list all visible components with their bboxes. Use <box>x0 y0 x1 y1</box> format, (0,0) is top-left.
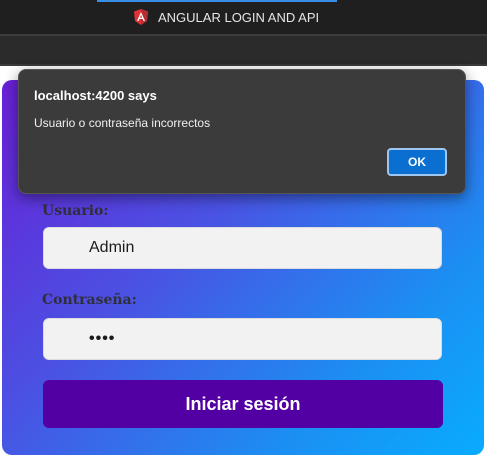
ok-button[interactable]: OK <box>387 148 447 176</box>
login-button[interactable]: Iniciar sesión <box>43 380 443 428</box>
browser-tab-bar: ANGULAR LOGIN AND API <box>0 0 487 34</box>
angular-icon <box>132 8 150 26</box>
browser-tab[interactable]: ANGULAR LOGIN AND API <box>132 8 319 26</box>
username-label: Usuario: <box>42 203 109 219</box>
tab-title: ANGULAR LOGIN AND API <box>158 9 320 25</box>
dialog-title: localhost:4200 says <box>34 88 157 103</box>
password-input[interactable]: •••• <box>43 318 442 360</box>
dialog-message: Usuario o contraseña incorrectos <box>34 116 211 130</box>
browser-toolbar <box>0 36 487 64</box>
password-label: Contraseña: <box>42 292 137 308</box>
active-tab-indicator <box>97 0 337 2</box>
alert-dialog: localhost:4200 says Usuario o contraseña… <box>18 69 466 194</box>
username-input[interactable]: Admin <box>43 227 442 269</box>
